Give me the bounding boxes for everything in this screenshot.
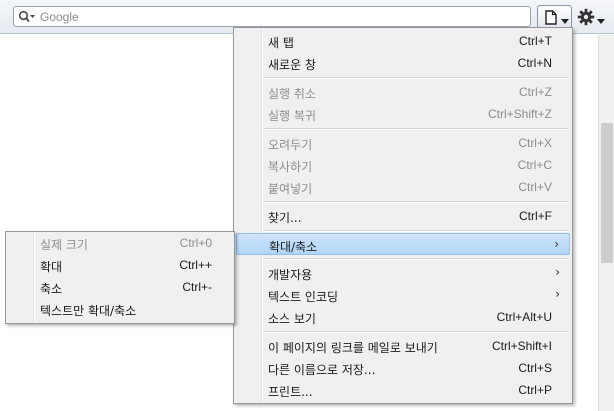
- menu-separator: [263, 128, 568, 130]
- menu-item-label: 실행 취소: [268, 87, 316, 101]
- zoom-submenu: 실제 크기 Ctrl+0 확대 Ctrl++ 축소 Ctrl+- 텍스트만 확대…: [5, 231, 235, 324]
- menu-item-new-window[interactable]: 새로운 창 Ctrl+N: [236, 52, 570, 74]
- menu-item-label: 프린트...: [268, 385, 313, 399]
- gear-icon: [577, 8, 595, 29]
- menu-item-undo[interactable]: 실행 취소 Ctrl+Z: [236, 81, 570, 103]
- menu-item-shortcut: Ctrl+S: [518, 361, 552, 375]
- menu-item-label: 새 탭: [268, 36, 294, 50]
- menu-separator: [263, 331, 568, 333]
- tools-menu-button[interactable]: [575, 6, 609, 28]
- menu-item-find[interactable]: 찾기... Ctrl+F: [236, 205, 570, 227]
- menu-item-label: 실행 복귀: [268, 109, 316, 123]
- search-input[interactable]: [40, 8, 520, 25]
- menu-separator: [263, 201, 568, 203]
- menu-item-shortcut: Ctrl+Shift+I: [491, 339, 552, 353]
- menu-item-label: 복사하기: [268, 160, 313, 174]
- menu-item-save-as[interactable]: 다른 이름으로 저장... Ctrl+S: [236, 357, 570, 379]
- menu-item-label: 실제 크기: [40, 238, 88, 252]
- menu-item-label: 오려두기: [268, 138, 313, 152]
- menu-item-label: 개발자용: [268, 268, 313, 282]
- menu-separator: [263, 77, 568, 79]
- search-box[interactable]: [13, 6, 531, 27]
- menu-item-shortcut: Ctrl+-: [182, 280, 212, 294]
- page-icon: [545, 10, 557, 28]
- menu-item-label: 새로운 창: [268, 58, 316, 72]
- menu-item-shortcut: Ctrl+0: [179, 236, 212, 250]
- menu-item-view-source[interactable]: 소스 보기 Ctrl+Alt+U: [236, 306, 570, 328]
- chevron-right-icon: ›: [554, 237, 559, 251]
- menu-item-label: 확대: [40, 260, 63, 274]
- menu-item-label: 텍스트만 확대/축소: [40, 304, 137, 318]
- menu-item-zoom-in[interactable]: 확대 Ctrl++: [8, 254, 232, 276]
- chevron-down-icon: [597, 14, 605, 28]
- menu-item-shortcut: Ctrl+F: [519, 209, 552, 223]
- menu-separator: [263, 258, 568, 260]
- menu-item-copy[interactable]: 복사하기 Ctrl+C: [236, 154, 570, 176]
- menu-item-paste[interactable]: 붙여넣기 Ctrl+V: [236, 176, 570, 198]
- page-menu: 새 탭 Ctrl+T 새로운 창 Ctrl+N 실행 취소 Ctrl+Z 실행 …: [233, 27, 573, 404]
- menu-item-email-link[interactable]: 이 페이지의 링크를 메일로 보내기 Ctrl+Shift+I: [236, 335, 570, 357]
- menu-item-shortcut: Ctrl+Alt+U: [496, 310, 552, 324]
- menu-separator: [263, 230, 568, 232]
- menu-item-label: 확대/축소: [269, 240, 318, 254]
- chevron-right-icon: ›: [555, 287, 560, 301]
- menu-item-shortcut: Ctrl+N: [517, 56, 552, 70]
- menu-item-shortcut: Ctrl+Shift+Z: [487, 107, 552, 121]
- page-menu-button[interactable]: [537, 5, 572, 29]
- menu-item-shortcut: Ctrl+C: [517, 158, 552, 172]
- menu-item-label: 축소: [40, 282, 63, 296]
- menu-item-text-encoding[interactable]: 텍스트 인코딩 ›: [236, 284, 570, 306]
- menu-item-label: 소스 보기: [268, 312, 316, 326]
- search-glass-icon[interactable]: [18, 10, 36, 24]
- scrollbar-thumb[interactable]: [601, 123, 613, 263]
- vertical-scrollbar[interactable]: [598, 35, 614, 411]
- menu-item-shortcut: Ctrl+V: [518, 180, 552, 194]
- menu-item-zoom-out[interactable]: 축소 Ctrl+-: [8, 276, 232, 298]
- menu-item-shortcut: Ctrl++: [179, 258, 212, 272]
- menu-item-shortcut: Ctrl+P: [518, 383, 552, 397]
- chevron-right-icon: ›: [555, 265, 560, 279]
- menu-item-label: 이 페이지의 링크를 메일로 보내기: [268, 341, 438, 355]
- menu-item-shortcut: Ctrl+X: [518, 136, 552, 150]
- chevron-down-icon: [561, 14, 569, 28]
- menu-item-label: 찾기...: [268, 211, 302, 225]
- menu-item-redo[interactable]: 실행 복귀 Ctrl+Shift+Z: [236, 103, 570, 125]
- menu-item-actual-size[interactable]: 실제 크기 Ctrl+0: [8, 232, 232, 254]
- menu-item-print[interactable]: 프린트... Ctrl+P: [236, 379, 570, 401]
- menu-item-zoom-text-only[interactable]: 텍스트만 확대/축소: [8, 298, 232, 320]
- menu-item-developer[interactable]: 개발자용 ›: [236, 262, 570, 284]
- menu-item-label: 붙여넣기: [268, 182, 313, 196]
- menu-item-zoom[interactable]: 확대/축소 ›: [236, 233, 570, 255]
- menu-item-shortcut: Ctrl+T: [519, 34, 552, 48]
- menu-item-shortcut: Ctrl+Z: [519, 85, 552, 99]
- menu-item-label: 다른 이름으로 저장...: [268, 363, 376, 377]
- menu-item-label: 텍스트 인코딩: [268, 290, 339, 304]
- menu-item-cut[interactable]: 오려두기 Ctrl+X: [236, 132, 570, 154]
- menu-item-new-tab[interactable]: 새 탭 Ctrl+T: [236, 30, 570, 52]
